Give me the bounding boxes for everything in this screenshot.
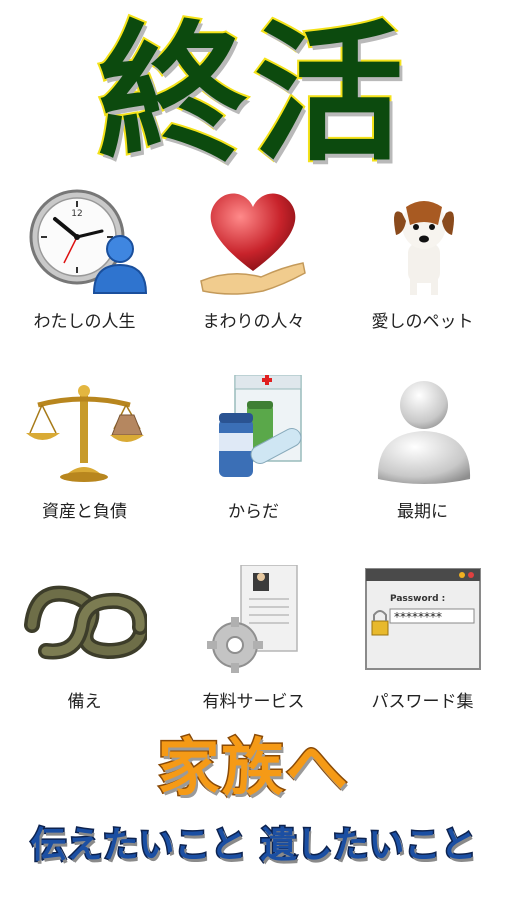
scales-icon: [26, 385, 144, 482]
menu-item-label: 備え: [67, 692, 102, 712]
tagline-leave: 遺したいこと: [259, 824, 478, 868]
menu-item-label: わたしの人生: [33, 312, 136, 332]
tagline-message: 伝えたいこと 遺したいこと: [0, 818, 507, 874]
document-gear-icon: [207, 565, 298, 673]
menu-item-preparation[interactable]: 備え: [0, 565, 169, 740]
password-window-icon: Password : ********: [365, 568, 481, 670]
menu-item-label: 愛しのペット: [371, 312, 474, 332]
menu-item-assets-debts[interactable]: 資産と負債: [0, 375, 169, 550]
menu-item-paid-services[interactable]: 有料サービス: [169, 565, 338, 740]
tagline-tell: 伝えたいこと: [29, 824, 248, 868]
menu-item-my-life[interactable]: 12 わたしの人生: [0, 185, 169, 360]
svg-text:12: 12: [71, 209, 82, 219]
menu-item-passwords[interactable]: Password : ******** パスワード集: [338, 565, 507, 740]
heart-hand-icon: [200, 193, 306, 295]
menu-item-label: 資産と負債: [42, 502, 127, 522]
password-caption: Password :: [390, 594, 445, 604]
dog-icon: [394, 201, 454, 295]
knot-icon: [24, 585, 147, 660]
menu-item-label: 有料サービス: [202, 692, 305, 712]
clock-person-icon: 12: [29, 189, 147, 294]
app-title: 終活: [95, 8, 410, 182]
menu-item-final[interactable]: 最期に: [338, 375, 507, 550]
medicine-icon: [219, 375, 302, 477]
menu-item-people-around[interactable]: まわりの人々: [169, 185, 338, 360]
menu-item-label: からだ: [228, 502, 279, 522]
menu-item-label: まわりの人々: [202, 312, 305, 332]
password-mask: ********: [394, 610, 442, 624]
menu-item-pet[interactable]: 愛しのペット: [338, 185, 507, 360]
user-silhouette-icon: [377, 381, 471, 484]
menu-item-label: 最期に: [397, 502, 448, 522]
tagline-family: 家族へ: [156, 730, 350, 806]
menu-item-label: パスワード集: [371, 692, 474, 712]
menu-item-body[interactable]: からだ: [169, 375, 338, 550]
